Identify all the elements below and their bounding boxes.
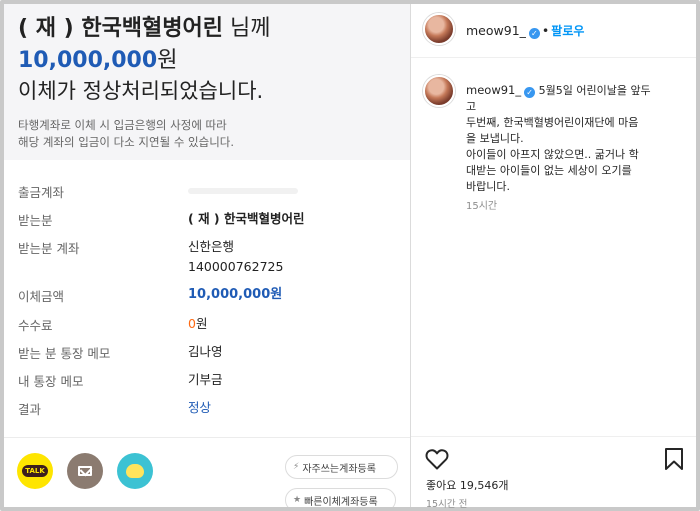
favorite-account-button[interactable]: ⚡ 자주쓰는계좌등록 (285, 455, 398, 479)
friend-icon (126, 464, 144, 478)
recipient-name: ( 재 ) 한국백혈병어린 (18, 16, 224, 41)
caption-avatar[interactable] (423, 75, 455, 107)
mail-icon (78, 466, 92, 476)
like-count[interactable]: 좋아요 19,546개 (426, 477, 508, 493)
detail-value: 기부금 (188, 372, 223, 387)
quick-transfer-button[interactable]: ★ 빠른이체계좌등록 (285, 488, 396, 507)
detail-row-recipient: 받는분 ( 재 ) 한국백혈병어린 (4, 207, 410, 231)
kakaotalk-icon: TALK (22, 465, 48, 477)
detail-value: 0원 (188, 315, 207, 332)
account-number: 140000762725 (188, 259, 284, 274)
caption-line: 두번째, 한국백혈병어린이재단에 마음 (466, 116, 639, 129)
detail-value: ( 재 ) 한국백혈병어린 (188, 211, 305, 226)
result-status: 정상 (188, 400, 212, 415)
caption-line: 아이들이 아프지 않았으면.. 굶거나 학 (466, 148, 639, 161)
detail-row-fee: 수수료 0원 (4, 312, 410, 336)
delay-notice: 타행계좌로 이체 시 입금은행의 사정에 따라 해당 계좌의 입금이 다소 지연… (18, 117, 234, 151)
detail-label: 받는분 계좌 (18, 241, 80, 256)
post-header: meow91_ ✓ • 팔로우 (466, 22, 584, 39)
caption-username[interactable]: meow91_ (466, 83, 521, 97)
detail-row-my-memo: 내 통장 메모 기부금 (4, 368, 410, 392)
bank-name: 신한은행 (188, 239, 235, 254)
caption-text: 5월5일 어린이날을 앞두 (538, 84, 651, 97)
recipient-suffix: 님께 (223, 16, 271, 41)
detail-value: 신한은행 140000762725 (188, 238, 283, 275)
notice-line-2: 해당 계좌의 입금이 다소 지연될 수 있습니다. (18, 135, 235, 149)
detail-row-recipient-account: 받는분 계좌 신한은행 140000762725 (4, 235, 410, 277)
fee-number: 0 (188, 316, 196, 331)
divider (4, 437, 410, 438)
recipient-heading: ( 재 ) 한국백혈병어린 님께 (18, 10, 271, 42)
detail-label: 내 통장 메모 (18, 374, 84, 389)
detail-label: 이체금액 (18, 289, 65, 304)
caption-line: 대받는 아이들이 없는 세상이 오기를 (466, 164, 632, 177)
detail-value: 10,000,000원 (188, 287, 283, 302)
favorite-account-label: 자주쓰는계좌등록 (302, 463, 376, 475)
fee-unit: 원 (195, 316, 208, 331)
caption-line: 고 (466, 100, 477, 113)
likes-count: 19,546개 (459, 479, 509, 492)
detail-label: 받는분 (18, 213, 53, 228)
instagram-post-panel: meow91_ ✓ • 팔로우 meow91_ ✓ 5월5일 어린이날을 앞두 고 두번… (411, 4, 696, 510)
amount-number: 10,000,000 (18, 48, 158, 73)
detail-row-recipient-memo: 받는 분 통장 메모 김나영 (4, 340, 410, 364)
separator-dot: • (541, 23, 550, 38)
verified-icon: ✓ (524, 87, 536, 98)
detail-label: 수수료 (18, 318, 53, 333)
caption-timestamp: 15시간 (466, 201, 498, 212)
verified-icon: ✓ (528, 28, 540, 39)
caption-line: 을 보냅니다. (466, 132, 524, 145)
complete-message: 이체가 정상처리되었습니다. (18, 79, 264, 103)
follow-button[interactable]: 팔로우 (551, 24, 584, 38)
post-timestamp: 15시간 전 (426, 499, 468, 510)
detail-label: 결과 (18, 402, 42, 417)
likes-label: 좋아요 (426, 479, 457, 492)
star-icon: ★ (293, 495, 302, 505)
detail-row-account: 출금계좌 (4, 179, 410, 203)
amount-heading: 10,000,000원 (18, 42, 177, 74)
caption-line: 바랍니다. (466, 180, 510, 193)
quick-transfer-label: 빠른이체계좌등록 (304, 496, 378, 508)
mail-share-button[interactable] (67, 453, 103, 489)
detail-value: 김나영 (188, 344, 223, 359)
header-divider (411, 57, 696, 58)
bookmark-icon[interactable] (664, 448, 684, 470)
post-caption: meow91_ ✓ 5월5일 어린이날을 앞두 고 두번째, 한국백혈병어린이재단… (466, 82, 688, 195)
detail-row-result: 결과 정상 (4, 396, 410, 420)
notice-line-1: 타행계좌로 이체 시 입금은행의 사정에 따라 (18, 118, 227, 132)
username-link[interactable]: meow91_ (466, 23, 526, 38)
detail-label: 받는 분 통장 메모 (18, 346, 111, 361)
heart-icon[interactable] (425, 448, 449, 470)
friend-share-button[interactable] (117, 453, 153, 489)
amount-unit: 원 (157, 48, 178, 73)
detail-label: 출금계좌 (18, 185, 65, 200)
detail-row-amount: 이체금액 10,000,000원 (4, 283, 410, 307)
transfer-receipt-panel: ( 재 ) 한국백혈병어린 님께 10,000,000원 이체가 정상처리되었습… (4, 4, 410, 507)
avatar[interactable] (423, 13, 455, 45)
transfer-summary: ( 재 ) 한국백혈병어린 님께 10,000,000원 이체가 정상처리되었습… (4, 4, 410, 160)
kakaotalk-share-button[interactable]: TALK (17, 453, 53, 489)
bolt-icon: ⚡ (293, 462, 300, 472)
masked-account-value (188, 188, 298, 194)
actions-divider (411, 436, 696, 437)
caption-line: meow91_ ✓ 5월5일 어린이날을 앞두 (466, 82, 688, 99)
